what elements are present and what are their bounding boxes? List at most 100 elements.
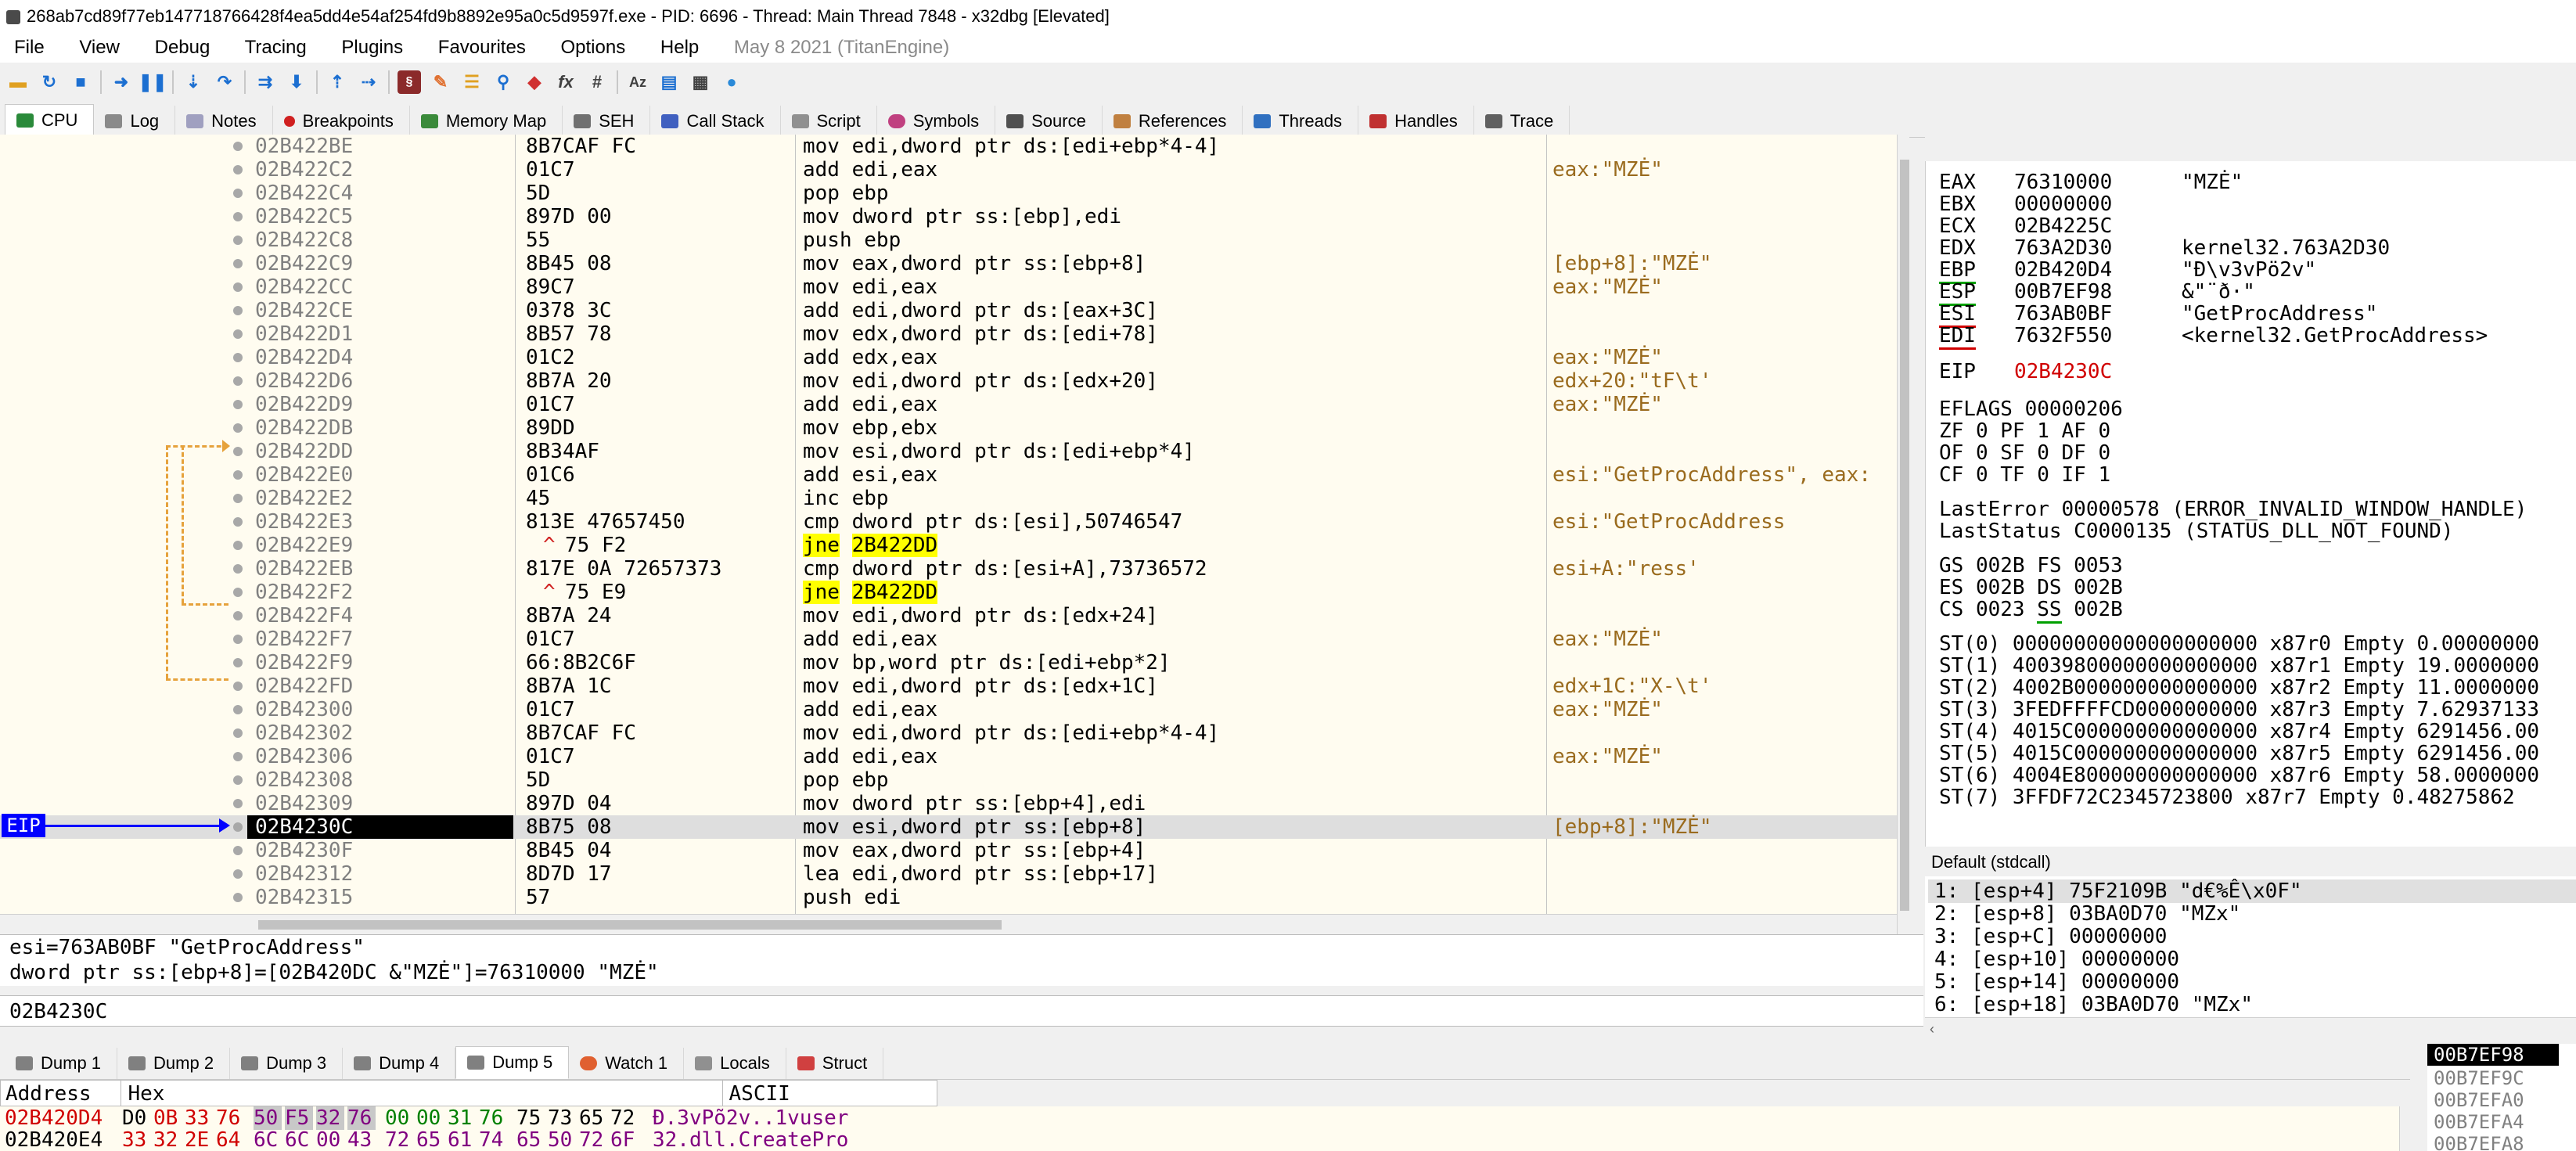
- tab-dump-4[interactable]: Dump 4: [343, 1048, 456, 1079]
- disassembly-row[interactable]: 02B4230C 8B75 08 mov esi,dword ptr ss:[ebp…: [0, 815, 1901, 839]
- run-to-user-code-icon[interactable]: ⇢: [357, 70, 380, 94]
- register-ebp[interactable]: EBP 02B420D4 "Ð\v3vPö2v": [1939, 258, 2316, 284]
- comments-icon[interactable]: ☰: [460, 70, 484, 94]
- segment-registers[interactable]: ES 002B DS 002B: [1939, 576, 2123, 599]
- hex-byte[interactable]: 76: [216, 1106, 244, 1130]
- stack-argument-row[interactable]: 2: [esp+8] 03BA0D70 "MZx": [1928, 902, 2576, 926]
- column-ascii[interactable]: ASCII: [723, 1081, 937, 1106]
- tab-call-stack[interactable]: Call Stack: [650, 106, 781, 137]
- hex-byte[interactable]: 76: [347, 1106, 376, 1130]
- disassembly-row[interactable]: 02B422F7 01C7 add edi,eax eax:"MZĖ": [0, 628, 1901, 651]
- patch-icon[interactable]: ✎: [429, 70, 452, 94]
- tab-symbols[interactable]: Symbols: [877, 106, 996, 137]
- tab-dump-5[interactable]: Dump 5: [455, 1046, 570, 1079]
- disassembly-row[interactable]: 02B422F4 8B7A 24 mov edi,dword ptr ds:[edx…: [0, 604, 1901, 628]
- run-icon[interactable]: ➜: [110, 70, 133, 94]
- breakpoint-dot[interactable]: [233, 259, 243, 268]
- breakpoint-dot[interactable]: [233, 306, 243, 315]
- breakpoint-dot[interactable]: [233, 189, 243, 198]
- disassembly-row[interactable]: 02B422BE 8B7CAF FC mov edi,dword ptr ds:[e…: [0, 135, 1901, 158]
- disassembly-row[interactable]: 02B422C9 8B45 08 mov eax,dword ptr ss:[ebp…: [0, 252, 1901, 275]
- address-bar[interactable]: 02B4230C: [0, 995, 1923, 1027]
- breakpoint-dot[interactable]: [233, 329, 243, 339]
- breakpoint-dot[interactable]: [233, 682, 243, 691]
- hex-byte[interactable]: 00: [416, 1106, 444, 1130]
- hex-byte[interactable]: 32: [316, 1106, 344, 1130]
- stack-argument-row[interactable]: 4: [esp+10] 00000000: [1928, 948, 2576, 971]
- stack-argument-row[interactable]: 1: [esp+4] 75F2109B "d€%Ê\x0F": [1928, 879, 2576, 903]
- breakpoint-dot[interactable]: [233, 423, 243, 433]
- hex-byte[interactable]: 74: [479, 1128, 507, 1151]
- breakpoint-dot[interactable]: [233, 282, 243, 292]
- tab-dump-3[interactable]: Dump 3: [230, 1048, 344, 1079]
- register-ebx[interactable]: EBX 00000000: [1939, 192, 2182, 216]
- hex-byte[interactable]: 65: [516, 1128, 545, 1151]
- tab-notes[interactable]: Notes: [175, 106, 273, 137]
- disassembly-row[interactable]: 02B422E9 ^ 75 F2 jne 2B422DD: [0, 534, 1901, 557]
- disassembly-row[interactable]: 02B42300 01C7 add edi,eax eax:"MZĖ": [0, 698, 1901, 721]
- breakpoint-dot[interactable]: [233, 494, 243, 503]
- dump-row[interactable]: 02B420E4 33 32 2E 64 6C 6C 00 43 72 65 61 74 65 50 72 6F…: [5, 1128, 848, 1151]
- registers-horizontal-scrollbar[interactable]: ‹: [1925, 1017, 2576, 1040]
- breakpoint-dot[interactable]: [233, 611, 243, 620]
- flags-line[interactable]: ZF 0 PF 1 AF 0: [1939, 419, 2110, 443]
- tab-dump-2[interactable]: Dump 2: [117, 1048, 231, 1079]
- hex-byte[interactable]: F5: [285, 1106, 313, 1130]
- menu-plugins[interactable]: Plugins: [341, 37, 403, 58]
- bookmark-icon[interactable]: ◆: [523, 70, 546, 94]
- disassembly-row[interactable]: 02B422F9 66:8B2C6F mov bp,word ptr ds:[edi…: [0, 651, 1901, 674]
- hex-byte[interactable]: 50: [548, 1128, 576, 1151]
- hex-byte[interactable]: 0B: [153, 1106, 182, 1130]
- disassembly-vertical-scrollbar[interactable]: [1897, 135, 1909, 934]
- dump-view[interactable]: 02B420D4 D0 0B 33 76 50 F5 32 76 00 00 31 76 75 73 65 72…: [0, 1106, 2410, 1151]
- breakpoint-dot[interactable]: [233, 447, 243, 456]
- menu-file[interactable]: File: [14, 37, 45, 58]
- font-icon[interactable]: Az: [626, 70, 649, 94]
- dump-scrollbar[interactable]: [2399, 1106, 2410, 1151]
- hex-byte[interactable]: 6C: [285, 1128, 313, 1151]
- register-eflags[interactable]: EFLAGS 00000206: [1939, 397, 2123, 421]
- menu-favourites[interactable]: Favourites: [438, 37, 526, 58]
- tab-struct[interactable]: Struct: [786, 1048, 884, 1079]
- fpu-register[interactable]: ST(3) 3FEDFFFFCD0000000000 x87r3 Empty 7…: [1939, 698, 2539, 721]
- stack-view[interactable]: 00B7EF98 00B7EF9C 00B7EFA0 00B7EFA4 00B7EFA…: [2427, 1044, 2576, 1151]
- open-icon[interactable]: ▬: [6, 70, 30, 94]
- breakpoint-dot[interactable]: [233, 212, 243, 221]
- globe-icon[interactable]: ●: [720, 70, 743, 94]
- settings-icon[interactable]: ▤: [657, 70, 681, 94]
- fpu-register[interactable]: ST(6) 4004E800000000000000 x87r6 Empty 5…: [1939, 764, 2539, 787]
- hex-byte[interactable]: 76: [479, 1106, 507, 1130]
- stop-icon[interactable]: ■: [69, 70, 92, 94]
- breakpoint-dot[interactable]: [233, 470, 243, 480]
- labels-icon[interactable]: ⚲: [491, 70, 515, 94]
- column-address[interactable]: Address: [1, 1081, 122, 1106]
- register-esp[interactable]: ESP 00B7EF98 &"¨ð·": [1939, 280, 2255, 306]
- tab-dump-1[interactable]: Dump 1: [5, 1048, 118, 1079]
- hex-byte[interactable]: 75: [516, 1106, 545, 1130]
- hex-byte[interactable]: 65: [416, 1128, 444, 1151]
- fpu-register[interactable]: ST(0) 00000000000000000000 x87r0 Empty 0…: [1939, 632, 2539, 656]
- tab-seh[interactable]: SEH: [563, 106, 651, 137]
- tab-handles[interactable]: Handles: [1358, 106, 1474, 137]
- breakpoint-dot[interactable]: [233, 799, 243, 808]
- disassembly-row[interactable]: 02B422D9 01C7 add edi,eax eax:"MZĖ": [0, 393, 1901, 416]
- trace-into-icon[interactable]: ⇉: [254, 70, 277, 94]
- tab-trace[interactable]: Trace: [1474, 106, 1570, 137]
- register-eax[interactable]: EAX 76310000 "MZĖ": [1939, 171, 2243, 194]
- disassembly-row[interactable]: 02B422E3 813E 47657450 cmp dword ptr ds:[e…: [0, 510, 1901, 534]
- scroll-left-icon[interactable]: ‹: [1930, 1021, 1934, 1038]
- disassembly-row[interactable]: 02B422D1 8B57 78 mov edx,dword ptr ds:[edi…: [0, 322, 1901, 346]
- dump-ascii[interactable]: 32.dll.CreatePro: [653, 1128, 848, 1151]
- disassembly-row[interactable]: 02B422DD 8B34AF mov esi,dword ptr ds:[edi+…: [0, 440, 1901, 463]
- stack-address[interactable]: 00B7EFA8: [2434, 1133, 2524, 1151]
- breakpoint-dot[interactable]: [233, 376, 243, 386]
- hex-byte[interactable]: 65: [579, 1106, 607, 1130]
- step-over-icon[interactable]: ↷: [213, 70, 236, 94]
- breakpoint-dot[interactable]: [233, 728, 243, 738]
- fpu-register[interactable]: ST(7) 3FFDF72C2345723800 x87r7 Empty 0.4…: [1939, 786, 2515, 809]
- tab-script[interactable]: Script: [781, 106, 877, 137]
- hex-byte[interactable]: 61: [448, 1128, 476, 1151]
- menu-view[interactable]: View: [79, 37, 120, 58]
- disassembly-row[interactable]: 02B422E0 01C6 add esi,eax esi:"GetProcAddre…: [0, 463, 1901, 487]
- fpu-register[interactable]: ST(5) 4015C000000000000000 x87r5 Empty 6…: [1939, 742, 2539, 765]
